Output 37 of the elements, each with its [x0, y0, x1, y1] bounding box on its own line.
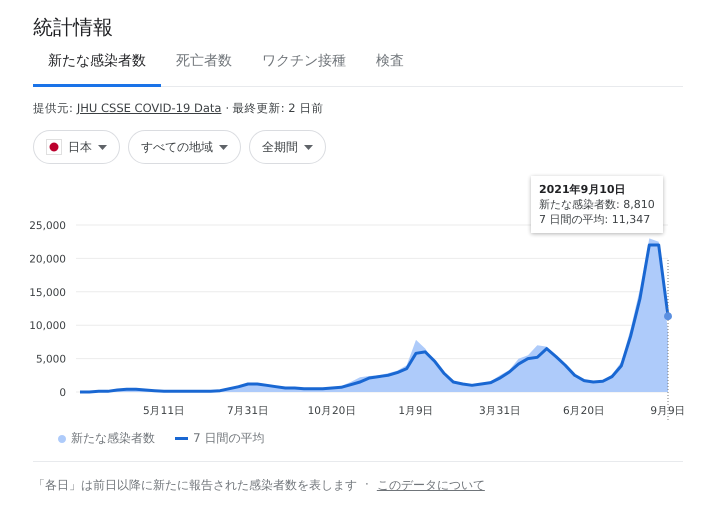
caret-icon: [98, 144, 107, 150]
footnote: 「各日」は前日以降に新たに報告された感染者数を表します: [33, 477, 357, 494]
caret-icon: [219, 144, 228, 150]
tab[interactable]: ワクチン接種: [247, 42, 361, 87]
axis-label: 10,000: [29, 320, 66, 332]
about-data-link[interactable]: このデータについて: [376, 477, 485, 494]
tooltip-date: 2021年9月10日: [539, 182, 627, 197]
filter-dropdown[interactable]: 全期間: [249, 130, 326, 164]
axis-label: 5月11日: [142, 405, 186, 417]
source-label: 提供元:: [33, 101, 73, 116]
filter-dropdown[interactable]: すべての地域: [128, 130, 241, 164]
tab[interactable]: 検査: [361, 42, 419, 87]
axis-label: 6月20日: [562, 405, 606, 417]
legend-label: 7 日間の平均: [193, 430, 264, 447]
separator-dot: ·: [365, 477, 369, 493]
axis-label: 1月9日: [398, 405, 434, 417]
axis-label: 0: [59, 387, 66, 399]
tab[interactable]: 新たな感染者数: [33, 42, 161, 87]
axis-label: 15,000: [29, 286, 66, 299]
tab[interactable]: 死亡者数: [161, 42, 247, 87]
hover-point: [664, 312, 672, 320]
tooltip-value: 7 日間の平均: 11,347: [539, 212, 652, 227]
legend-label: 新たな感染者数: [71, 430, 155, 447]
axis-label: 20,000: [29, 253, 66, 266]
axis-label: 3月31日: [478, 405, 522, 417]
source-link[interactable]: JHU CSSE COVID-19 Data: [76, 101, 222, 116]
caret-icon: [304, 144, 313, 150]
axis-label: 25,000: [29, 220, 66, 232]
axis-label: 9月9日: [650, 405, 686, 417]
flag-icon: [46, 139, 62, 155]
filter-dropdown[interactable]: 日本: [33, 130, 120, 164]
tooltip-value: 新たな感染者数: 8,810: [539, 197, 655, 212]
axis-label: 10月20日: [308, 405, 356, 417]
page-title: 統計情報: [32, 14, 114, 41]
axis-label: 7月31日: [226, 405, 270, 417]
update-note: · 最終更新: 2 日前: [225, 101, 324, 116]
axis-label: 5,000: [36, 354, 66, 366]
